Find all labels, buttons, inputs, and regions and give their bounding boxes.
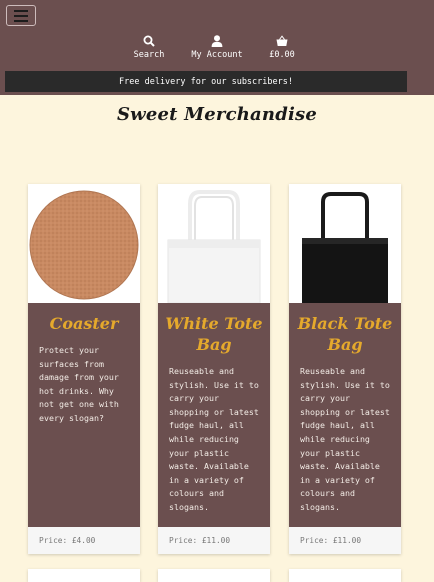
basket-total: £0.00 [269, 50, 295, 60]
search-icon [143, 35, 155, 47]
product-price: Price: £11.00 [158, 527, 270, 554]
nav-account-label: My Account [191, 50, 243, 60]
product-image-white-tote[interactable] [158, 184, 270, 303]
product-description: Reuseable and stylish. Use it to carry y… [169, 366, 259, 512]
nav-search-label: Search [133, 50, 165, 60]
product-price: Price: £11.00 [289, 527, 401, 554]
product-name: Coaster [49, 314, 119, 333]
user-icon [211, 35, 223, 47]
product-name: Black Tote Bag [297, 314, 393, 354]
product-card-next-2[interactable] [158, 569, 270, 582]
basket-icon [276, 35, 288, 46]
menu-toggle-button[interactable] [6, 5, 36, 26]
product-description: Reuseable and stylish. Use it to carry y… [300, 366, 390, 512]
product-card-next-1[interactable] [28, 569, 140, 582]
product-name: White Tote Bag [165, 314, 263, 354]
delivery-banner: Free delivery for our subscribers! [5, 71, 407, 92]
hamburger-icon [14, 9, 28, 12]
product-card-next-3[interactable] [289, 569, 401, 582]
product-card-white-tote[interactable]: White Tote Bag Reuseable and stylish. Us… [158, 184, 270, 554]
page-title: Sweet Merchandise [116, 104, 318, 125]
nav-my-account[interactable]: My Account [188, 35, 246, 60]
product-card-coaster[interactable]: Coaster Protect your surfaces from damag… [28, 184, 140, 554]
nav-basket[interactable]: £0.00 [264, 35, 300, 60]
product-price: Price: £4.00 [28, 527, 140, 554]
product-description: Protect your surfaces from damage from y… [39, 345, 119, 423]
nav-search[interactable]: Search [128, 35, 170, 60]
product-image-black-tote[interactable] [289, 184, 401, 303]
site-header: Search My Account £0.00 Free delivery fo… [0, 0, 434, 95]
product-image-coaster[interactable] [28, 184, 140, 303]
header-nav: Search My Account £0.00 [0, 35, 434, 65]
product-card-black-tote[interactable]: Black Tote Bag Reuseable and stylish. Us… [289, 184, 401, 554]
